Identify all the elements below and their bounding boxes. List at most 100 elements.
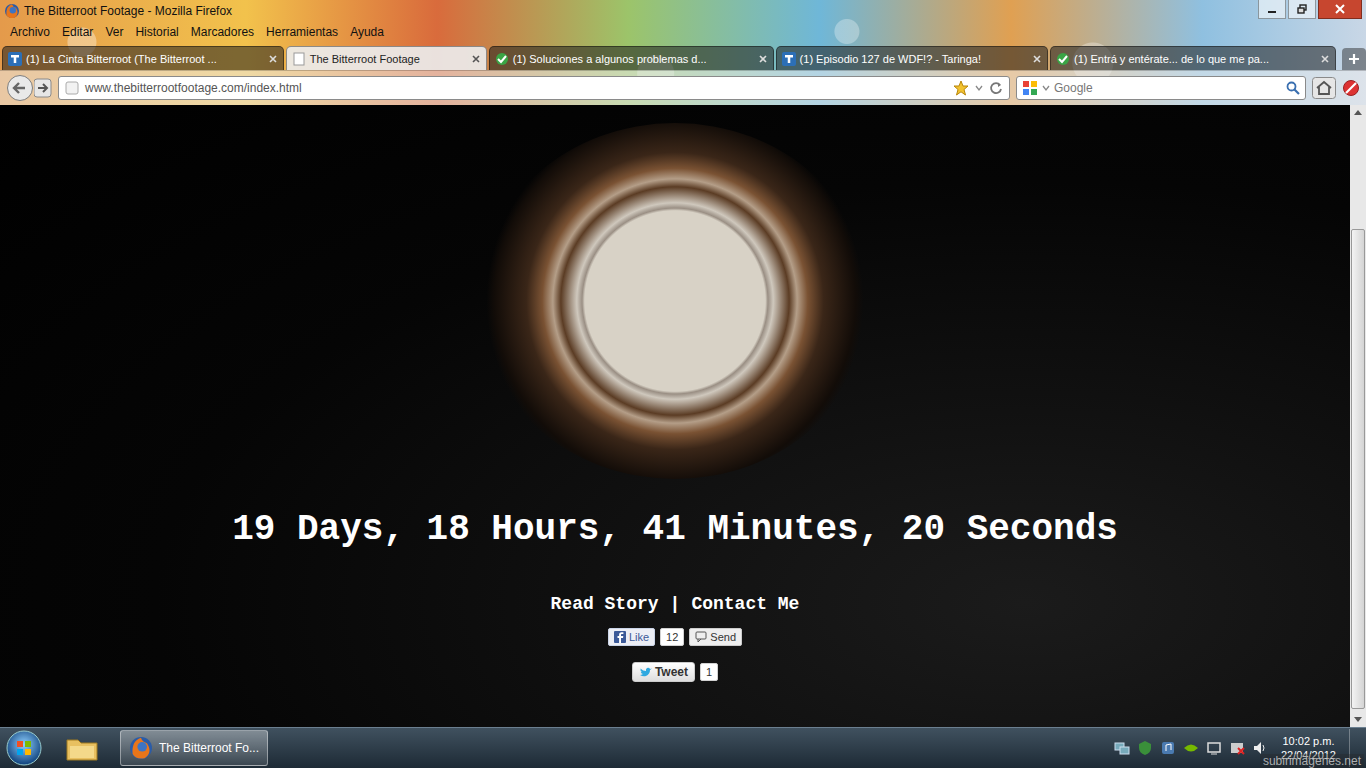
back-forward [6, 74, 52, 102]
site-icon [1056, 52, 1070, 66]
menu-item[interactable]: Ver [99, 23, 129, 41]
new-tab-button[interactable] [1342, 48, 1366, 70]
navigation-bar: www.thebitterrootfootage.com/index.html G… [0, 70, 1366, 105]
tab-label: The Bitterroot Footage [310, 53, 467, 65]
audio-app-icon[interactable] [1160, 740, 1176, 756]
security-icon[interactable] [1137, 740, 1153, 756]
magnifier-icon[interactable] [1286, 81, 1300, 95]
like-label: Like [629, 631, 649, 643]
menu-item[interactable]: Ayuda [344, 23, 390, 41]
back-icon[interactable] [6, 74, 34, 102]
facebook-like-button[interactable]: Like [608, 628, 655, 646]
plus-icon [1348, 53, 1360, 65]
up-arrow-icon [1354, 109, 1362, 115]
scrollbar[interactable] [1350, 105, 1366, 727]
menu-item[interactable]: Editar [56, 23, 99, 41]
tab[interactable]: (1) Soluciones a algunos problemas d... [489, 46, 774, 70]
tab[interactable]: The Bitterroot Footage [286, 46, 487, 70]
twitter-bird-icon [639, 667, 652, 678]
tweet-button[interactable]: Tweet [632, 662, 695, 682]
down-arrow-icon [1354, 717, 1362, 723]
menu-bar: ArchivoEditarVerHistorialMarcadoresHerra… [0, 21, 1366, 42]
close-icon[interactable] [758, 54, 768, 64]
network-icon[interactable] [1114, 740, 1130, 756]
search-bar[interactable]: Google [1016, 76, 1306, 100]
address-bar[interactable]: www.thebitterrootfootage.com/index.html [58, 76, 1010, 100]
minimize-button[interactable] [1258, 0, 1286, 19]
taringa-icon [782, 52, 796, 66]
close-icon [1335, 4, 1345, 14]
close-icon[interactable] [1032, 54, 1042, 64]
facebook-buttons: Like 12 Send [608, 628, 742, 646]
taskbar-task[interactable]: The Bitterroot Fo... [120, 730, 268, 766]
menu-item[interactable]: Herramientas [260, 23, 344, 41]
like-count: 12 [660, 628, 684, 646]
minimize-icon [1267, 4, 1277, 14]
tab[interactable]: (1) Entrá y entérate... de lo que me pa.… [1050, 46, 1336, 70]
tab-label: (1) Entrá y entérate... de lo que me pa.… [1074, 53, 1316, 65]
star-icon[interactable] [953, 80, 969, 96]
clock-time: 10:02 p.m. [1282, 734, 1334, 748]
bottle-cap-photo [478, 123, 872, 479]
tweet-count: 1 [700, 663, 718, 681]
close-icon[interactable] [1320, 54, 1330, 64]
task-label: The Bitterroot Fo... [159, 741, 259, 755]
tab-bar: (1) La Cinta Bitterroot (The Bitterroot … [0, 42, 1366, 70]
close-button[interactable] [1318, 0, 1362, 19]
dropdown-icon[interactable] [975, 84, 983, 92]
menu-item[interactable]: Archivo [4, 23, 56, 41]
scroll-track [1350, 119, 1366, 713]
start-orb-icon[interactable] [4, 729, 44, 767]
nvidia-icon[interactable] [1183, 740, 1199, 756]
window-controls [1258, 0, 1362, 19]
firefox-icon [129, 736, 153, 760]
close-icon[interactable] [471, 54, 481, 64]
folder-icon [66, 735, 98, 761]
page-icon [292, 52, 306, 66]
url-text[interactable]: www.thebitterrootfootage.com/index.html [85, 81, 947, 95]
page-content: 19 Days, 18 Hours, 41 Minutes, 20 Second… [0, 105, 1366, 727]
site-identity-icon [65, 81, 79, 95]
tab-label: (1) Episodio 127 de WDF!? - Taringa! [800, 53, 1028, 65]
search-placeholder: Google [1054, 81, 1282, 95]
dropdown-icon[interactable] [1042, 84, 1050, 92]
forward-icon[interactable] [34, 78, 52, 98]
page-link[interactable]: Contact Me [691, 594, 799, 614]
scroll-thumb[interactable] [1351, 229, 1365, 709]
speech-bubble-icon [695, 631, 707, 643]
countdown-timer: 19 Days, 18 Hours, 41 Minutes, 20 Second… [232, 509, 1118, 550]
page-body: 19 Days, 18 Hours, 41 Minutes, 20 Second… [0, 105, 1350, 727]
home-icon[interactable] [1312, 77, 1336, 99]
action-center-icon[interactable] [1206, 740, 1222, 756]
watermark: subirimagenes.net [1260, 754, 1364, 768]
reload-icon[interactable] [989, 81, 1003, 95]
send-label: Send [710, 631, 736, 643]
restore-button[interactable] [1288, 0, 1316, 19]
addon-icon[interactable] [1342, 79, 1360, 97]
page-link[interactable]: Read Story [551, 594, 659, 614]
scroll-down-button[interactable] [1350, 713, 1366, 727]
google-icon [1022, 80, 1038, 96]
scroll-up-button[interactable] [1350, 105, 1366, 119]
taskbar: The Bitterroot Fo...10:02 p.m.22/04/2012… [0, 727, 1366, 768]
explorer-task[interactable] [52, 730, 112, 766]
menu-item[interactable]: Marcadores [185, 23, 260, 41]
link-separator: | [670, 594, 681, 614]
facebook-icon [614, 631, 626, 643]
window-title: The Bitterroot Footage - Mozilla Firefox [24, 4, 1254, 18]
no-connection-icon[interactable] [1229, 740, 1245, 756]
tab[interactable]: (1) Episodio 127 de WDF!? - Taringa! [776, 46, 1048, 70]
tab[interactable]: (1) La Cinta Bitterroot (The Bitterroot … [2, 46, 284, 70]
tab-label: (1) Soluciones a algunos problemas d... [513, 53, 754, 65]
title-bar: The Bitterroot Footage - Mozilla Firefox [0, 0, 1366, 21]
close-icon[interactable] [268, 54, 278, 64]
page-links: Read Story | Contact Me [551, 594, 800, 614]
browser-chrome: The Bitterroot Footage - Mozilla Firefox… [0, 0, 1366, 105]
facebook-send-button[interactable]: Send [689, 628, 742, 646]
site-icon [495, 52, 509, 66]
menu-item[interactable]: Historial [129, 23, 184, 41]
restore-icon [1297, 4, 1307, 14]
twitter-buttons: Tweet 1 [632, 662, 718, 682]
tweet-label: Tweet [655, 665, 688, 679]
taringa-icon [8, 52, 22, 66]
